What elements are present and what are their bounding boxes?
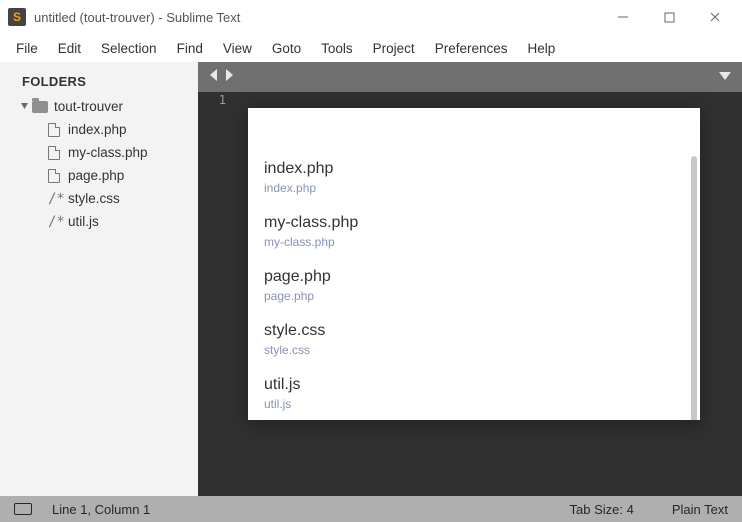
tab-dropdown-icon[interactable]	[718, 68, 732, 86]
goto-anything-popup: index.php index.php my-class.php my-clas…	[248, 108, 700, 420]
goto-results: index.php index.php my-class.php my-clas…	[248, 150, 700, 420]
tree-root-label: tout-trouver	[54, 99, 123, 114]
gutter: 1	[198, 92, 236, 496]
folder-icon	[32, 101, 48, 113]
disclosure-triangle-icon[interactable]	[18, 102, 30, 111]
tree-file-label: index.php	[68, 122, 127, 137]
result-path: page.php	[264, 289, 684, 303]
status-tabsize[interactable]: Tab Size: 4	[570, 502, 634, 517]
window-title: untitled (tout-trouver) - Sublime Text	[34, 10, 600, 25]
goto-input[interactable]	[248, 108, 700, 150]
tree-file-label: util.js	[68, 214, 99, 229]
app-icon	[8, 8, 26, 26]
result-path: my-class.php	[264, 235, 684, 249]
tree-file-label: page.php	[68, 168, 124, 183]
menu-file[interactable]: File	[6, 37, 48, 60]
text-file-icon: /*	[48, 215, 62, 229]
minimize-button[interactable]	[600, 0, 646, 34]
goto-result[interactable]: index.php index.php	[248, 150, 700, 204]
tab-prev-icon[interactable]	[208, 68, 220, 87]
titlebar: untitled (tout-trouver) - Sublime Text	[0, 0, 742, 34]
menu-help[interactable]: Help	[518, 37, 566, 60]
file-icon	[48, 123, 60, 137]
folder-tree: tout-trouver index.php my-class.php page…	[0, 95, 198, 233]
window-controls	[600, 0, 738, 34]
menu-tools[interactable]: Tools	[311, 37, 363, 60]
panel-switcher-icon[interactable]	[14, 503, 32, 515]
result-path: util.js	[264, 397, 684, 411]
sidebar-header: FOLDERS	[0, 64, 198, 95]
menu-view[interactable]: View	[213, 37, 262, 60]
tree-file[interactable]: index.php	[6, 118, 198, 141]
goto-result[interactable]: util.js util.js	[248, 366, 700, 420]
result-name: page.php	[264, 268, 684, 286]
menu-find[interactable]: Find	[167, 37, 213, 60]
result-path: index.php	[264, 181, 684, 195]
result-name: my-class.php	[264, 214, 684, 232]
status-syntax[interactable]: Plain Text	[672, 502, 728, 517]
result-name: util.js	[264, 376, 684, 394]
line-number: 1	[198, 92, 236, 109]
status-position[interactable]: Line 1, Column 1	[52, 502, 150, 517]
goto-result[interactable]: page.php page.php	[248, 258, 700, 312]
menu-goto[interactable]: Goto	[262, 37, 311, 60]
tree-file[interactable]: /* util.js	[6, 210, 198, 233]
file-icon	[48, 169, 60, 183]
result-name: style.css	[264, 322, 684, 340]
statusbar: Line 1, Column 1 Tab Size: 4 Plain Text	[0, 496, 742, 522]
result-name: index.php	[264, 160, 684, 178]
result-path: style.css	[264, 343, 684, 357]
scrollbar[interactable]	[691, 156, 697, 420]
tree-file[interactable]: my-class.php	[6, 141, 198, 164]
tree-file[interactable]: /* style.css	[6, 187, 198, 210]
tab-next-icon[interactable]	[223, 68, 235, 87]
maximize-button[interactable]	[646, 0, 692, 34]
text-file-icon: /*	[48, 192, 62, 206]
scrollbar[interactable]	[724, 94, 738, 494]
menu-selection[interactable]: Selection	[91, 37, 167, 60]
menu-project[interactable]: Project	[363, 37, 425, 60]
goto-result[interactable]: style.css style.css	[248, 312, 700, 366]
menu-preferences[interactable]: Preferences	[425, 37, 518, 60]
tabbar	[198, 62, 742, 92]
tree-file-label: my-class.php	[68, 145, 148, 160]
close-button[interactable]	[692, 0, 738, 34]
menubar: File Edit Selection Find View Goto Tools…	[0, 34, 742, 62]
tree-root-folder[interactable]: tout-trouver	[6, 95, 198, 118]
menu-edit[interactable]: Edit	[48, 37, 91, 60]
tree-file[interactable]: page.php	[6, 164, 198, 187]
tree-file-label: style.css	[68, 191, 120, 206]
sidebar: FOLDERS tout-trouver index.php my-class.…	[0, 62, 198, 496]
file-icon	[48, 146, 60, 160]
goto-result[interactable]: my-class.php my-class.php	[248, 204, 700, 258]
